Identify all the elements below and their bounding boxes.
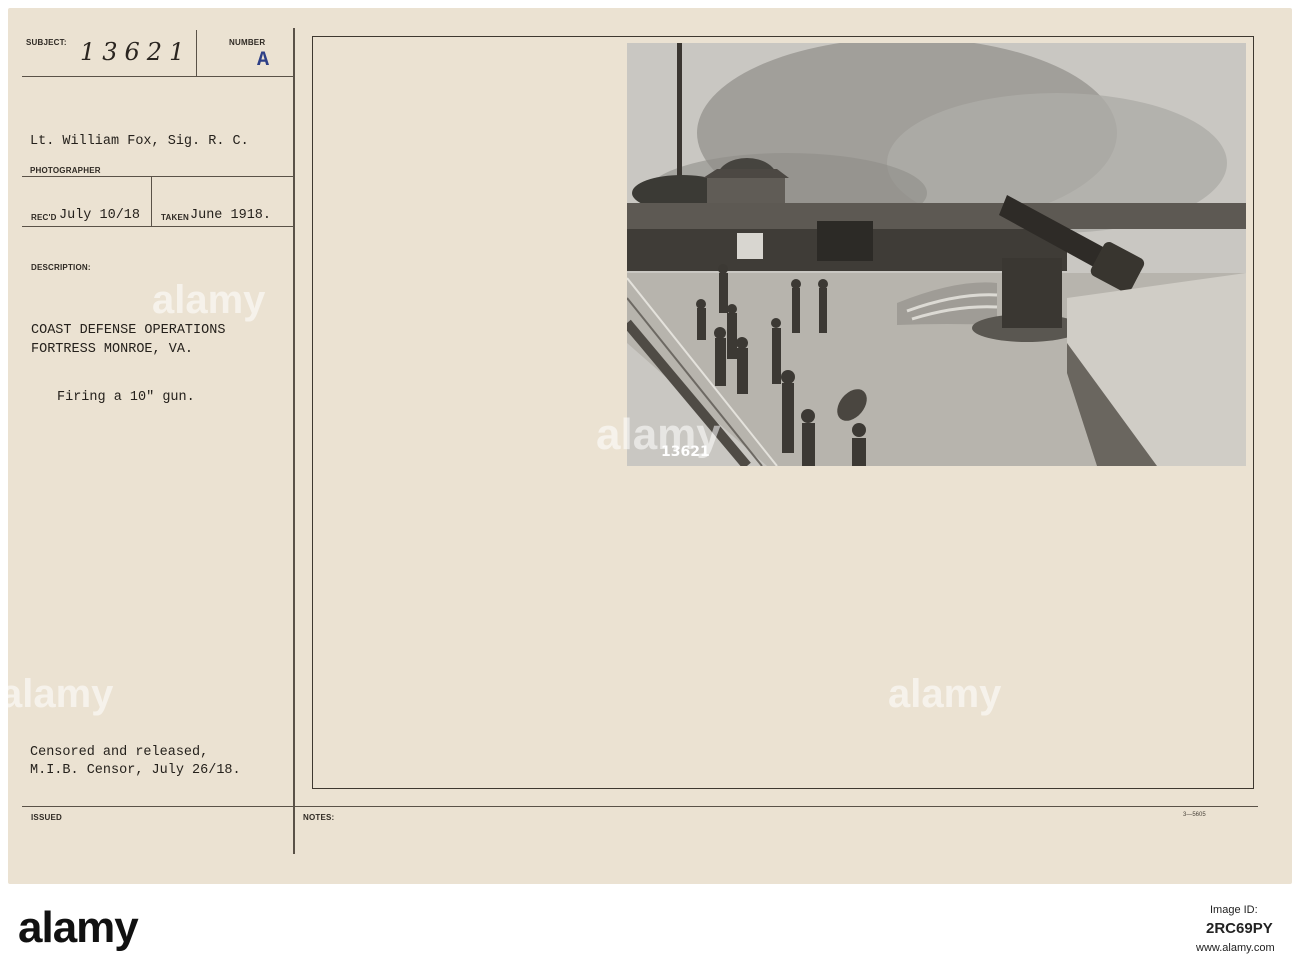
watermark-2: alamy	[596, 410, 721, 459]
description-line-2: FORTRESS MONROE, VA.	[31, 342, 194, 357]
header-divider	[196, 30, 197, 76]
censor-line-1: Censored and released,	[30, 745, 209, 760]
alamy-logo: alamy	[18, 903, 139, 952]
photographer-name: Lt. William Fox, Sig. R. C.	[30, 134, 249, 149]
censor-line-2: M.I.B. Censor, July 26/18.	[30, 763, 241, 778]
description-line-3: Firing a 10" gun.	[57, 390, 195, 405]
taken-value: June 1918.	[190, 208, 272, 223]
rule-dates	[22, 226, 293, 227]
form-number: 3—5605	[1183, 812, 1206, 818]
rule-subject	[22, 76, 293, 77]
watermark-4: alamy	[888, 672, 1002, 716]
rule-issued	[22, 806, 1258, 807]
taken-label: TAKEN	[161, 213, 189, 222]
footer-bar	[0, 884, 1300, 972]
recd-label: REC'D	[31, 213, 57, 222]
photographer-label: PHOTOGRAPHER	[30, 166, 101, 175]
number-label: NUMBER	[229, 38, 266, 47]
image-id-value: 2RC69PY	[1206, 920, 1273, 937]
rule-photographer	[22, 176, 293, 177]
subject-number: 13621	[80, 38, 192, 66]
coast-artillery-photo	[627, 43, 1246, 466]
left-column-border	[293, 28, 295, 854]
photo-illustration	[627, 43, 1246, 466]
notes-label: NOTES:	[303, 813, 335, 822]
recd-value: July 10/18	[59, 208, 141, 223]
subject-label: SUBJECT:	[26, 38, 67, 47]
watermark-1: alamy	[152, 278, 266, 322]
description-line-1: COAST DEFENSE OPERATIONS	[31, 323, 226, 338]
description-label: DESCRIPTION:	[31, 263, 91, 272]
issued-label: ISSUED	[31, 813, 62, 822]
site-url: www.alamy.com	[1196, 942, 1275, 954]
number-value: A	[257, 49, 270, 72]
image-id-label: Image ID:	[1210, 904, 1258, 916]
rule-dates-divider	[151, 176, 152, 226]
watermark-3: alamy	[0, 672, 114, 716]
